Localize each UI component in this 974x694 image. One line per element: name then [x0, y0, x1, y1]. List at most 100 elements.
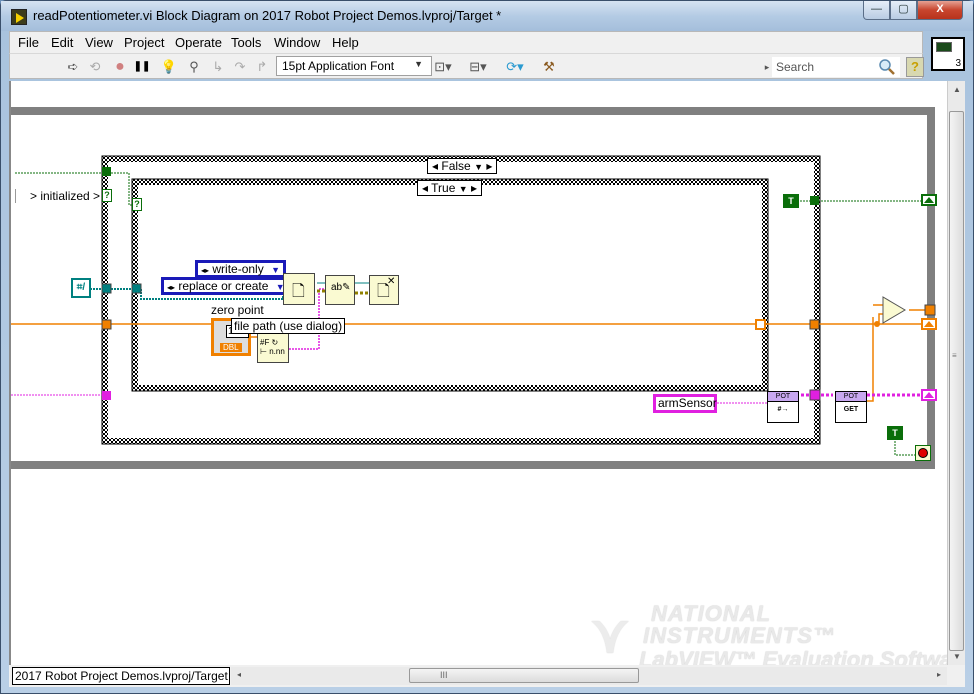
- tunnel-refnum-inner: [131, 283, 142, 294]
- step-out-icon[interactable]: ↱: [253, 58, 271, 76]
- menu-bar: File Edit View Project Operate Tools Win…: [9, 31, 923, 53]
- labview-window: readPotentiometer.vi Block Diagram on 20…: [0, 0, 974, 694]
- pause-icon[interactable]: ❚❚: [133, 58, 151, 76]
- vertical-scroll-thumb[interactable]: [949, 111, 964, 651]
- open-file-icon: 🗋: [292, 283, 305, 300]
- true-constant-stop[interactable]: T: [887, 426, 903, 440]
- status-bar: 2017 Robot Project Demos.lvproj/Target ◂…: [9, 665, 965, 687]
- tunnel-pot-outer-left: [102, 391, 111, 400]
- scroll-right-icon[interactable]: ▸: [937, 670, 941, 679]
- inner-case-value: True: [431, 181, 456, 195]
- shift-register-numeric[interactable]: [921, 318, 937, 330]
- tunnel-numeric-outer-right: [809, 319, 820, 330]
- case-prev-icon[interactable]: ◂: [422, 181, 428, 195]
- minimize-button[interactable]: —: [863, 1, 890, 20]
- scroll-left-icon[interactable]: ◂: [237, 670, 241, 679]
- shift-register-up-icon: [924, 197, 934, 203]
- replace-or-create-enum[interactable]: ◂▸ replace or create ▼: [161, 277, 291, 295]
- menu-window[interactable]: Window: [274, 35, 320, 50]
- format-icon: #F ↻ ⊢ n.nn: [260, 338, 285, 356]
- horizontal-scroll-thumb[interactable]: III: [409, 668, 639, 683]
- vi-icon-connector-pane[interactable]: 3: [931, 37, 965, 71]
- chevron-down-icon: ▼: [271, 265, 280, 275]
- distribute-objects-icon[interactable]: ⊟▾: [465, 58, 491, 76]
- scroll-grip-icon: III: [440, 670, 448, 680]
- title-bar[interactable]: readPotentiometer.vi Block Diagram on 20…: [1, 1, 973, 31]
- font-select[interactable]: 15pt Application Font ▼: [276, 56, 432, 76]
- chevron-down-icon[interactable]: ▼: [474, 162, 483, 172]
- arm-sensor-constant[interactable]: armSensor: [653, 394, 717, 413]
- chevron-down-icon[interactable]: ▼: [459, 184, 468, 194]
- pot-get-label: GET: [843, 406, 859, 413]
- step-into-icon[interactable]: ↳: [209, 58, 227, 76]
- unknown-tunnel-inner[interactable]: ?: [132, 198, 142, 211]
- shift-register-bool[interactable]: [921, 194, 937, 206]
- outer-case-selector[interactable]: ◂ False ▼ ▸: [427, 158, 498, 174]
- menu-file[interactable]: File: [18, 35, 39, 50]
- tunnel-numeric-outer: [101, 319, 112, 330]
- loop-stop-condition[interactable]: [915, 445, 931, 461]
- connector-number: 3: [955, 58, 961, 69]
- toolbar: ➪ ⟲ ● ❚❚ 💡 ⚲ ↳ ↷ ↱ 15pt Application Font…: [9, 53, 924, 79]
- replace-or-create-value: replace or create: [178, 279, 269, 293]
- initialized-shift-label: > initialized >: [15, 189, 100, 203]
- menu-view[interactable]: View: [85, 35, 113, 50]
- scroll-down-icon[interactable]: ▼: [953, 652, 961, 661]
- labview-app-icon[interactable]: [11, 9, 27, 25]
- unknown-tunnel-outer[interactable]: ?: [102, 189, 112, 202]
- stop-sign-icon: [918, 448, 928, 458]
- tunnel-numeric-inner-right: [755, 319, 766, 330]
- pot-header: POT: [768, 392, 798, 402]
- write-text-file-node[interactable]: ab✎: [325, 275, 355, 305]
- highlight-execution-icon[interactable]: 💡: [160, 58, 178, 76]
- search-icon[interactable]: [878, 58, 896, 76]
- shift-register-up-icon: [924, 392, 934, 398]
- step-over-icon[interactable]: ↷: [231, 58, 249, 76]
- menu-operate[interactable]: Operate: [175, 35, 222, 50]
- close-button[interactable]: X: [917, 1, 963, 20]
- font-select-value: 15pt Application Font: [282, 59, 395, 73]
- run-arrow-icon[interactable]: ➪: [64, 58, 82, 76]
- menu-help[interactable]: Help: [332, 35, 359, 50]
- clean-up-diagram-icon[interactable]: ⚒: [538, 58, 560, 76]
- horizontal-scrollbar[interactable]: ◂ III ▸: [231, 667, 947, 685]
- pot-open-icon: #→: [777, 406, 789, 413]
- pot-get-node[interactable]: POT GET: [835, 391, 867, 423]
- menu-edit[interactable]: Edit: [51, 35, 73, 50]
- open-file-node[interactable]: 🗋: [283, 273, 315, 305]
- tunnel-refnum-outer: [101, 283, 112, 294]
- increment-icon: ◂▸: [201, 266, 210, 275]
- retain-wire-values-icon[interactable]: ⚲: [185, 58, 203, 76]
- scroll-grip-icon: ≡: [952, 351, 957, 360]
- window-title: readPotentiometer.vi Block Diagram on 20…: [33, 8, 502, 23]
- align-objects-icon[interactable]: ⊡▾: [430, 58, 456, 76]
- menu-project[interactable]: Project: [124, 35, 164, 50]
- shift-register-pot[interactable]: [921, 389, 937, 401]
- inner-case-selector[interactable]: ◂ True ▼ ▸: [417, 180, 483, 196]
- pot-open-node[interactable]: POT #→: [767, 391, 799, 423]
- outer-case-value: False: [441, 159, 471, 173]
- block-diagram-canvas[interactable]: > initialized > ? ? ◂ False ▼ ▸ ◂ True ▼…: [9, 81, 947, 665]
- abort-execution-icon[interactable]: ●: [111, 58, 129, 76]
- format-into-string-node[interactable]: #F ↻ ⊢ n.nn: [257, 333, 289, 363]
- project-context[interactable]: 2017 Robot Project Demos.lvproj/Target: [12, 667, 230, 685]
- menu-tools[interactable]: Tools: [231, 35, 261, 50]
- context-help-button[interactable]: ?: [906, 57, 924, 77]
- true-constant[interactable]: T: [783, 194, 799, 208]
- tunnel-bool-outer-right: [810, 196, 819, 205]
- close-file-node[interactable]: 🗋 ✕: [369, 275, 399, 305]
- scroll-up-icon[interactable]: ▲: [953, 85, 961, 94]
- maximize-button[interactable]: ▢: [890, 1, 917, 20]
- reorder-icon[interactable]: ⟳▾: [502, 58, 528, 76]
- run-continuously-icon[interactable]: ⟲: [86, 58, 104, 76]
- shift-register-up-icon: [924, 321, 934, 327]
- tunnel-numeric-loop-right: [924, 304, 936, 316]
- file-refnum-constant[interactable]: ⌗/: [71, 278, 91, 298]
- vertical-scrollbar[interactable]: ▲ ≡ ▼: [947, 81, 965, 665]
- case-next-icon[interactable]: ▸: [486, 159, 492, 173]
- tunnel-bool-outer: [102, 167, 111, 176]
- case-prev-icon[interactable]: ◂: [432, 159, 438, 173]
- case-next-icon[interactable]: ▸: [471, 181, 477, 195]
- write-only-enum[interactable]: ◂▸ write-only ▼: [195, 260, 286, 278]
- tooltip: file path (use dialog): [231, 318, 346, 334]
